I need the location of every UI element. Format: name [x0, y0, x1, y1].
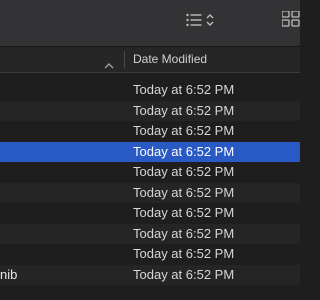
chevron-up-icon [104, 56, 114, 74]
name-column-header[interactable] [0, 47, 124, 72]
column-header-bar: Date Modified [0, 47, 300, 73]
file-date-modified: Today at 6:52 PM [133, 143, 235, 159]
file-date-modified: Today at 6:52 PM [133, 225, 235, 241]
file-row[interactable]: Today at 6:52 PM [0, 121, 300, 142]
date-modified-label: Date Modified [133, 52, 208, 66]
date-modified-column-header[interactable]: Date Modified [133, 47, 207, 72]
file-row[interactable]: nib Today at 6:52 PM [0, 264, 300, 285]
file-row[interactable]: Today at 6:52 PM [0, 162, 300, 183]
file-row[interactable]: Today at 6:52 PM [0, 80, 300, 101]
view-options-button[interactable] [186, 10, 214, 30]
file-date-modified: Today at 6:52 PM [133, 123, 235, 138]
file-row[interactable]: Today at 6:52 PM [0, 100, 300, 121]
column-divider[interactable] [124, 51, 125, 68]
file-date-modified: Today at 6:52 PM [133, 184, 235, 200]
file-date-modified: Today at 6:52 PM [133, 82, 235, 97]
list-view-icon [186, 13, 202, 27]
file-date-modified: Today at 6:52 PM [133, 266, 235, 282]
file-row[interactable]: Today at 6:52 PM [0, 223, 300, 244]
grid-view-icon [282, 11, 300, 27]
up-down-chevron-icon [206, 13, 214, 27]
file-row[interactable]: Today at 6:52 PM [0, 244, 300, 265]
toolbar [0, 0, 300, 47]
file-date-modified: Today at 6:52 PM [133, 102, 235, 118]
finder-window: Date Modified Today at 6:52 PM Today at … [0, 0, 300, 300]
grid-view-button[interactable] [282, 11, 300, 27]
file-date-modified: Today at 6:52 PM [133, 205, 235, 220]
file-row-selected[interactable]: Today at 6:52 PM [0, 141, 300, 162]
file-list: Today at 6:52 PM Today at 6:52 PM Today … [0, 80, 300, 285]
file-name: nib [0, 266, 18, 282]
file-date-modified: Today at 6:52 PM [133, 164, 235, 179]
file-row[interactable]: Today at 6:52 PM [0, 203, 300, 224]
file-date-modified: Today at 6:52 PM [133, 246, 235, 261]
file-row[interactable]: Today at 6:52 PM [0, 182, 300, 203]
